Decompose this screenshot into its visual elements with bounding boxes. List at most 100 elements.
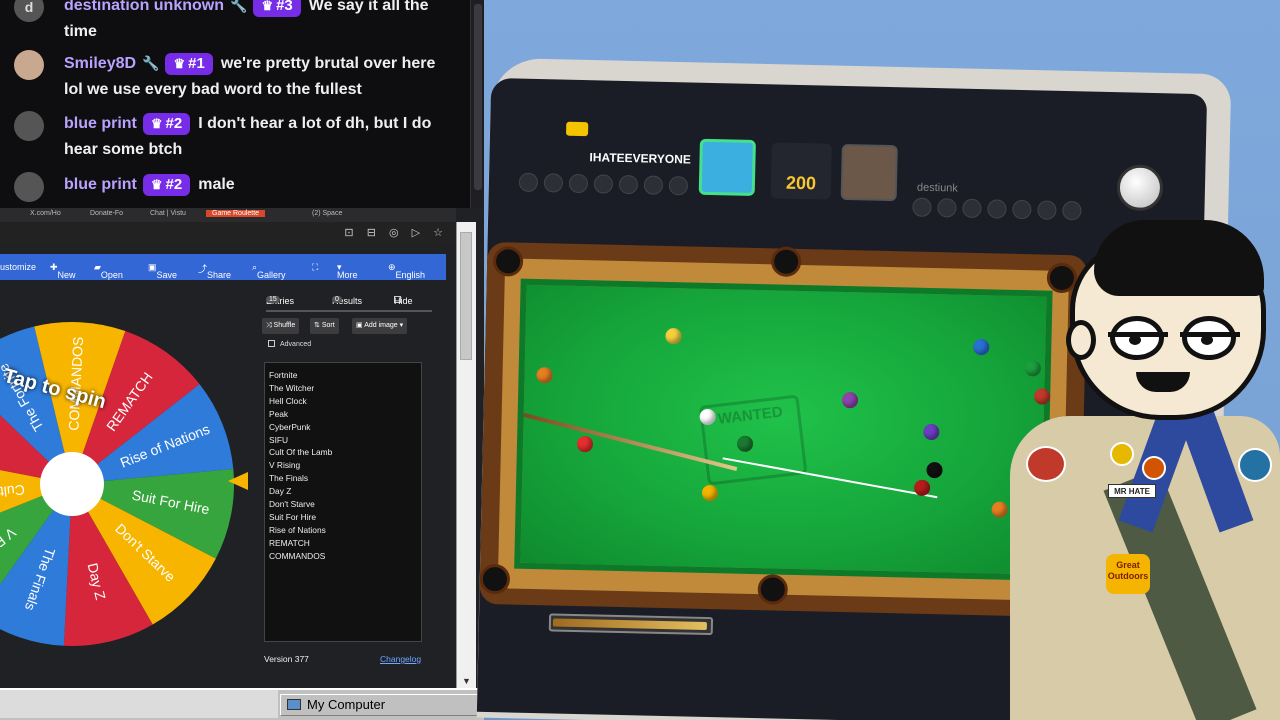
game-hud: IHATEEVERYONE 200 destiunk xyxy=(512,120,1194,281)
entries-textarea[interactable]: Fortnite The Witcher Hell Clock Peak CyberPu… xyxy=(264,362,422,642)
avatar xyxy=(14,111,44,141)
rank-badge: ♛ #2 xyxy=(142,174,191,196)
browser-address-bar: ⊡ ⊟ ◎ ▷ ☆ xyxy=(0,222,456,246)
rank-badge: ♛ #1 xyxy=(165,53,213,75)
pool-table[interactable]: WANTED xyxy=(479,241,1088,620)
spin-control-icon[interactable] xyxy=(1116,164,1164,212)
more-menu[interactable]: More ▾ xyxy=(337,262,358,280)
pool-ball xyxy=(913,479,931,497)
entry-line: REMATCH xyxy=(269,537,310,548)
version-label: Version 377 xyxy=(264,654,309,664)
pool-ball xyxy=(923,423,940,441)
name-tag: MR HATE xyxy=(1108,484,1156,498)
avatar xyxy=(14,172,44,202)
chat-username[interactable]: destination unknown xyxy=(64,0,224,14)
great-outdoors-badge: Great Outdoors xyxy=(1106,554,1150,594)
browser-tab-strip: X.com/Ho Donate-Fo Chat | Vistu Game Rou… xyxy=(0,208,456,222)
scroll-down-icon[interactable]: ▼ xyxy=(462,676,471,686)
chat-message: d destination unknown 🔧 ♛ #3 We say it all t… xyxy=(14,0,454,45)
cartoon-eye xyxy=(1182,316,1236,360)
sort-button[interactable]: ⇅ Sort xyxy=(310,318,339,334)
chat-username[interactable]: blue print xyxy=(64,176,137,193)
streamer-cartoon-overlay: MR HATE Great Outdoors xyxy=(1010,220,1280,720)
screen-root: d destination unknown 🔧 ♛ #3 We say it all t… xyxy=(0,0,1280,720)
browser-tab[interactable]: X.com/Ho xyxy=(30,210,61,217)
browser-tab-active[interactable]: Game Roulette xyxy=(206,210,266,217)
scrollbar-thumb[interactable] xyxy=(474,4,482,190)
entry-line: Don't Starve xyxy=(269,499,315,510)
entry-line: Hell Clock xyxy=(269,395,307,406)
avatar xyxy=(14,50,44,80)
cartoon-eyelid xyxy=(1180,332,1240,337)
browser-tab[interactable]: (2) Space xyxy=(312,210,342,217)
entry-line: The Witcher xyxy=(269,382,315,393)
pocket xyxy=(479,563,511,595)
gallery-button[interactable]: ⌕ Gallery xyxy=(252,262,286,280)
player1-name: IHATEEVERYONE xyxy=(589,150,692,167)
scrollbar-thumb[interactable] xyxy=(460,232,472,360)
save-button[interactable]: ▣ Save xyxy=(148,262,177,280)
chat-username[interactable]: Smiley8D xyxy=(64,55,136,72)
pool-ball xyxy=(841,392,859,409)
browser-tab[interactable]: Donate-Fo xyxy=(90,210,123,217)
new-button[interactable]: ✚ New xyxy=(50,262,76,280)
browser-tab[interactable]: Chat | Vistu xyxy=(150,210,186,217)
entries-panel: Entries 15 Results 0 Hide ⤨ Shuffle ⇅ So… xyxy=(262,292,432,676)
spin-wheel[interactable]: COMMANDOS REMATCH Rise of Nations Suit For … xyxy=(0,320,236,648)
chat-message: Smiley8D 🔧 ♛ #1 we're pretty brutal over her… xyxy=(14,50,454,103)
table-felt[interactable]: WANTED xyxy=(514,278,1062,581)
taskbar: My Computer xyxy=(0,688,484,720)
chat-scrollbar[interactable] xyxy=(470,0,484,208)
power-meter-fill xyxy=(552,618,707,630)
app-scrollbar[interactable]: ▼ xyxy=(456,222,476,688)
entry-line: SIFU xyxy=(269,434,289,445)
rank-badge: ♛ #3 xyxy=(253,0,301,17)
pool-ball xyxy=(576,436,594,453)
patch xyxy=(1026,446,1066,482)
open-button[interactable]: ▰ Open xyxy=(94,262,123,280)
chat-message: blue print ♛ #2 I don't hear a lot of dh, b… xyxy=(14,111,454,163)
entry-line: Cult Of the Lamb xyxy=(269,447,333,458)
player2-name: destiunk xyxy=(916,181,959,195)
patch xyxy=(1238,448,1272,482)
pocket xyxy=(757,574,789,605)
panel-tabs: Entries 15 Results 0 Hide xyxy=(266,292,432,312)
pool-ball xyxy=(973,338,990,356)
browser-extension-icons[interactable]: ⊡ ⊟ ◎ ▷ ☆ xyxy=(344,226,448,239)
advanced-checkbox[interactable]: Advanced xyxy=(268,340,311,348)
my-computer-button[interactable]: My Computer xyxy=(280,694,480,716)
entry-line: Peak xyxy=(269,408,289,419)
wheel-center[interactable] xyxy=(40,452,104,516)
chat-bubble-icon[interactable] xyxy=(565,121,589,137)
patch xyxy=(1142,456,1166,480)
entry-line: CyberPunk xyxy=(269,421,311,432)
wheel-pointer-icon xyxy=(228,472,248,490)
customize-button[interactable]: ustomize xyxy=(0,262,36,272)
chat-username[interactable]: blue print xyxy=(64,115,137,132)
wheel-svg[interactable]: COMMANDOS REMATCHRise of NationsSuit For … xyxy=(0,320,236,648)
pool-ball xyxy=(701,484,719,502)
share-button[interactable]: ⤴ Share xyxy=(198,262,231,280)
shuffle-button[interactable]: ⤨ Shuffle xyxy=(262,318,300,334)
wrench-icon: 🔧 xyxy=(142,55,160,71)
entry-line: V Rising xyxy=(269,460,301,471)
entry-line: Rise of Nations xyxy=(269,524,326,535)
crown-icon: ♛ xyxy=(150,116,163,131)
horizontal-scrollbar[interactable] xyxy=(0,690,278,718)
language-select[interactable]: ⊕ English xyxy=(388,262,425,280)
wheel-app-window: X.com/Ho Donate-Fo Chat | Vistu Game Rou… xyxy=(0,208,484,688)
wrench-icon: 🔧 xyxy=(230,0,248,13)
crown-icon: ♛ xyxy=(150,177,163,192)
crown-icon: ♛ xyxy=(173,56,186,71)
changelog-link[interactable]: Changelog xyxy=(380,654,421,664)
add-image-button[interactable]: ▣ Add image ▾ xyxy=(352,318,408,334)
wheel-toolbar: ustomize ✚ New ▰ Open ▣ Save ⤴ Share ⌕ G… xyxy=(0,254,446,280)
pool-ball xyxy=(926,461,943,479)
power-meter[interactable] xyxy=(548,613,714,636)
entries-actions: ⤨ Shuffle ⇅ Sort ▣ Add image ▾ xyxy=(262,318,432,334)
crown-icon: ♛ xyxy=(261,0,274,13)
cartoon-ear xyxy=(1066,320,1096,360)
fullscreen-icon[interactable]: ⛶ xyxy=(312,262,318,273)
entry-line: Day Z xyxy=(269,486,292,497)
player1-avatar xyxy=(698,138,756,196)
